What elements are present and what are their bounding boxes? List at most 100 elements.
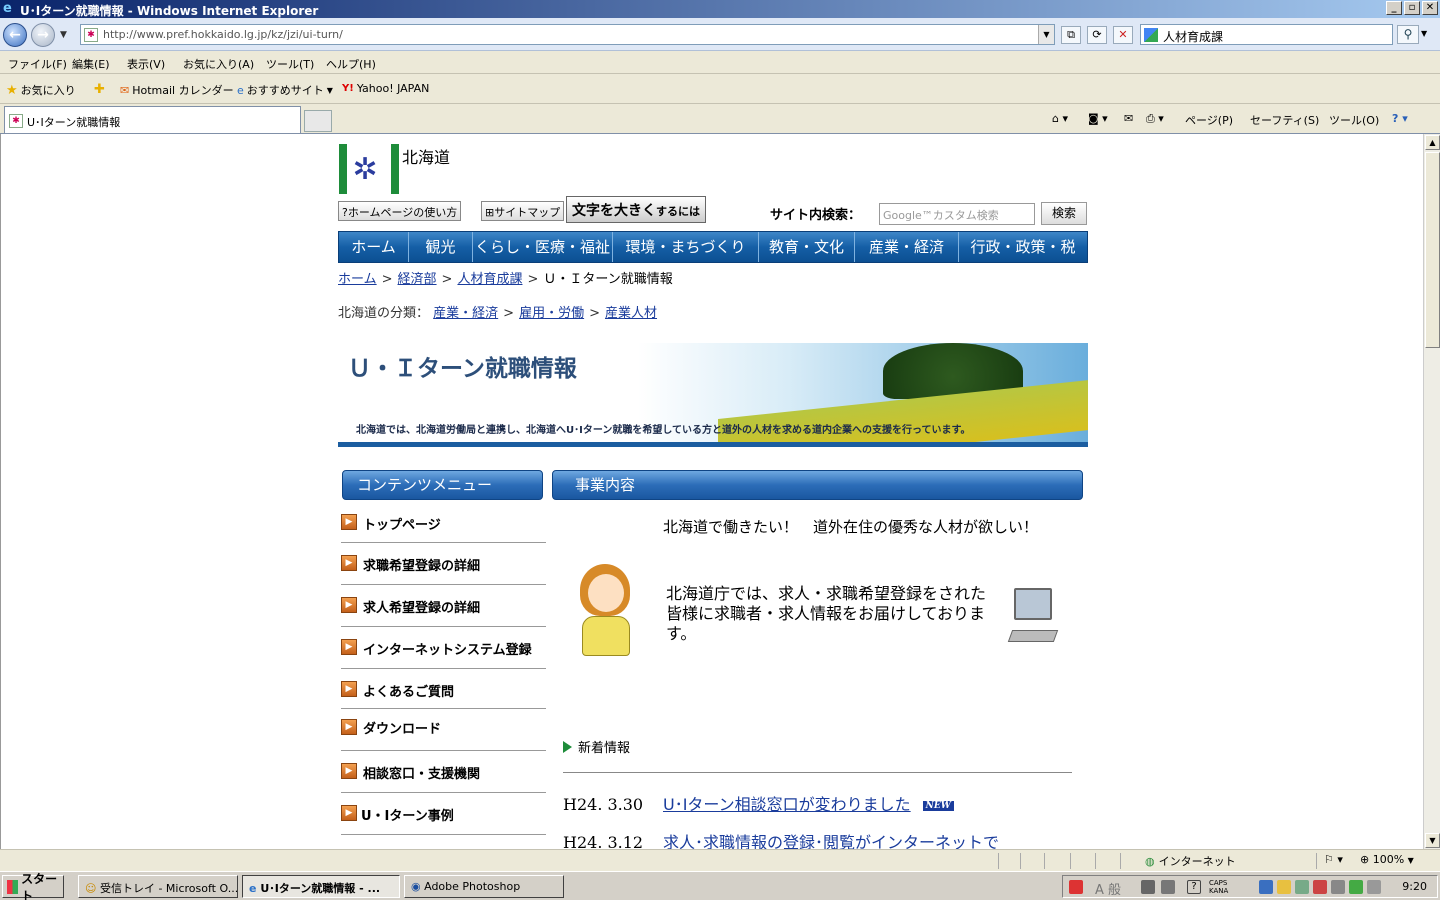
tray-volume-icon[interactable] [1313,880,1327,894]
menu-item-download[interactable]: ▶ ダウンロード [341,709,546,751]
read-mail-icon[interactable]: ✉ [1124,112,1133,125]
banner-title: Ｕ・Ｉターン就職情報 [348,355,577,382]
safety-menu[interactable]: セーフティ(S) [1250,112,1319,128]
minimize-button[interactable]: _ [1386,1,1402,15]
menu-favorites[interactable]: お気に入り(A) [183,56,254,72]
zoom-level[interactable]: ⊕ 100% ▼ [1360,853,1414,866]
site-search-input[interactable]: Google™カスタム検索 [879,203,1035,225]
mail-icon: ✉ [120,83,130,97]
menu-item-job-seeker[interactable]: ▶ 求職希望登録の詳細 [341,543,546,585]
tray-misc-icon[interactable] [1367,880,1381,894]
menu-item-faq[interactable]: ▶ よくあるご質問 [341,669,546,709]
hokkaido-logo[interactable]: ✲ [339,144,399,194]
breadcrumb-home[interactable]: ホーム [338,272,377,287]
add-favorite-button[interactable]: ✚ [94,82,105,97]
breadcrumb-hr[interactable]: 人材育成課 [457,272,522,287]
window-titlebar: e U･Iターン就職情報 - Windows Internet Explorer… [0,0,1440,18]
feeds-icon[interactable]: ◙ ▾ [1088,112,1108,125]
news-link[interactable]: 求人･求職情報の登録･閲覧がインターネットで [663,833,999,849]
browser-search-box[interactable]: 人材育成課 [1140,24,1393,45]
scroll-down-icon[interactable]: ▼ [1425,833,1440,848]
task-outlook[interactable]: ☺ 受信トレイ - Microsoft O... [78,875,238,898]
gnav-tourism[interactable]: 観光 [409,232,473,262]
page-menu[interactable]: ページ(P) [1185,112,1233,128]
browser-search-value[interactable]: 人材育成課 [1163,28,1223,45]
close-button[interactable]: ✕ [1422,1,1438,15]
print-icon[interactable]: ⎙ ▾ [1146,112,1164,126]
stop-icon[interactable]: ✕ [1113,26,1133,44]
category-industry[interactable]: 産業・経済 [433,306,498,321]
category-human-resources[interactable]: 産業人材 [605,306,657,321]
howto-button[interactable]: ?ホームページの使い方 [338,201,462,221]
menu-help[interactable]: ヘルプ(H) [326,56,376,72]
help-icon[interactable]: ? [1187,880,1201,894]
sitemap-label: サイトマップ [494,206,561,219]
fav-suggested-sites[interactable]: e おすすめサイト ▼ [237,82,333,98]
tray-antivirus-icon[interactable] [1349,880,1363,894]
intro-text: 北海道庁では、求人・求職希望登録をされた皆様に求職者・求人情報をお届けしておりま… [666,584,987,643]
tray-device-icon[interactable] [1331,880,1345,894]
search-icon[interactable]: ⚲ [1397,25,1419,44]
home-icon[interactable]: ⌂ ▾ [1052,112,1068,125]
recent-pages-dropdown[interactable]: ▼ [60,30,67,40]
scroll-thumb[interactable] [1425,152,1440,348]
menu-bar: ファイル(F) 編集(E) 表示(V) お気に入り(A) ツール(T) ヘルプ(… [0,52,1440,74]
menu-item-internet-system[interactable]: ▶ インターネットシステム登録 [341,627,546,669]
restore-button[interactable]: ▫ [1404,1,1420,15]
task-ie[interactable]: e U･Iターン就職情報 - ... [242,875,400,898]
ime-indicator[interactable]: A 般 [1095,879,1121,898]
tray-app-icon[interactable] [1069,880,1083,894]
site-search-button[interactable]: 検索 [1041,202,1087,225]
protected-mode-icon[interactable]: ⚐ ▾ [1324,853,1343,866]
tray-ime-tool-icon[interactable] [1161,880,1175,894]
start-button[interactable]: スタート [2,872,64,900]
menu-item-employer[interactable]: ▶ 求人希望登録の詳細 [341,585,546,627]
new-tab-button[interactable] [304,110,332,132]
search-options-dropdown[interactable]: ▼ [1421,29,1427,38]
security-zone[interactable]: ◍ インターネット [1145,853,1236,869]
vertical-scrollbar[interactable]: ▲ ▼ [1423,134,1440,849]
compat-view-icon[interactable]: ⧉ [1061,26,1081,44]
address-bar[interactable]: ✱ http://www.pref.hokkaido.lg.jp/kz/jzi/… [80,24,1055,45]
address-url[interactable]: http://www.pref.hokkaido.lg.jp/kz/jzi/ui… [103,28,343,41]
ie-icon: e [249,882,257,895]
menu-item-consultation[interactable]: ▶ 相談窓口・支援機関 [341,751,546,793]
refresh-icon[interactable]: ⟳ [1087,26,1107,44]
scroll-up-icon[interactable]: ▲ [1425,135,1440,150]
tray-network-icon[interactable] [1259,880,1273,894]
menu-item-cases[interactable]: ▶ U・Iターン事例 [341,793,546,835]
address-dropdown[interactable]: ▼ [1038,25,1054,44]
menu-item-top[interactable]: ▶ トップページ [341,506,546,543]
windows-logo-icon [7,879,19,894]
large-text-button[interactable]: 文字を大きくするには [566,196,706,223]
gnav-life[interactable]: くらし・医療・福祉 [473,232,613,262]
gnav-home[interactable]: ホーム [339,232,409,262]
arrow-right-icon: ▶ [341,597,357,613]
gnav-environment[interactable]: 環境・まちづくり [613,232,759,262]
news-item: H24. 3.30 U･Iターン相談窓口が変わりました NEW [563,791,954,815]
menu-edit[interactable]: 編集(E) [72,56,110,72]
menu-tools[interactable]: ツール(T) [266,56,314,72]
tools-menu[interactable]: ツール(O) [1329,112,1379,128]
menu-view[interactable]: 表示(V) [127,56,165,72]
forward-button[interactable]: → [31,23,55,47]
tray-shield-icon[interactable] [1277,880,1291,894]
tab-ui-turn[interactable]: ✱ U･Iターン就職情報 [4,106,301,133]
task-photoshop[interactable]: ◉ Adobe Photoshop [404,875,564,898]
gnav-education[interactable]: 教育・文化 [759,232,855,262]
back-button[interactable]: ← [3,23,27,47]
menu-file[interactable]: ファイル(F) [8,56,67,72]
tray-update-icon[interactable] [1295,880,1309,894]
fav-hotmail[interactable]: ✉ Hotmail カレンダー [120,82,234,98]
breadcrumb-economy[interactable]: 経済部 [398,272,437,287]
tray-ime-pad-icon[interactable] [1141,880,1155,894]
gnav-industry[interactable]: 産業・経済 [855,232,959,262]
clock[interactable]: 9:20 [1402,880,1427,893]
help-icon[interactable]: ? ▾ [1392,112,1408,125]
sitemap-button[interactable]: ⊞サイトマップ [481,201,565,221]
gnav-government[interactable]: 行政・政策・税 [959,232,1087,262]
favorites-button[interactable]: ★ お気に入り [6,82,76,98]
category-employment[interactable]: 雇用・労働 [519,306,584,321]
news-link[interactable]: U･Iターン相談窓口が変わりました [663,795,911,814]
fav-yahoo[interactable]: Y! Yahoo! JAPAN [342,82,429,95]
